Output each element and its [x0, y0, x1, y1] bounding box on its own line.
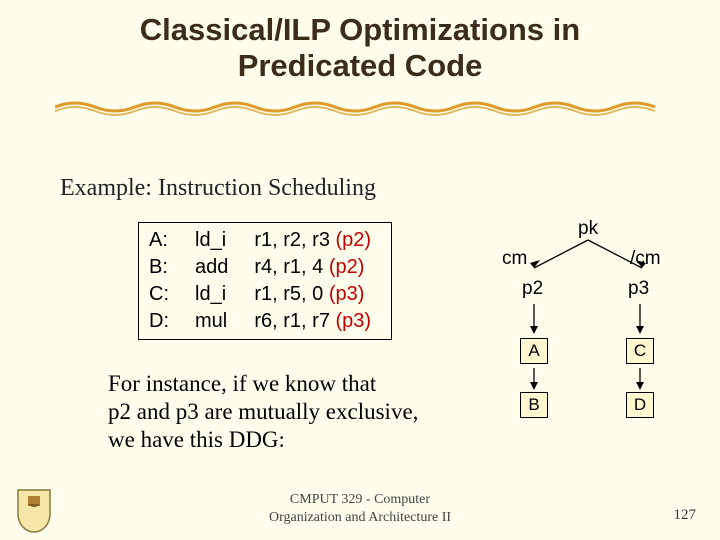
instr-op: add — [179, 254, 238, 281]
instr-pred: (p3) — [336, 310, 372, 332]
instr-args: r6, r1, r7 (p3) — [238, 308, 381, 335]
explanation-paragraph: For instance, if we know that p2 and p3 … — [108, 370, 418, 454]
ddg-edge-left-label: cm — [502, 248, 527, 270]
ddg-left-pred: p2 — [522, 278, 543, 300]
instr-label: D: — [149, 308, 179, 335]
table-row: B: add r4, r1, 4 (p2) — [149, 254, 381, 281]
ddg-node-a: A — [520, 338, 548, 364]
instr-pred: (p3) — [329, 283, 365, 305]
table-row: C: ld_i r1, r5, 0 (p3) — [149, 281, 381, 308]
instr-op: ld_i — [179, 281, 238, 308]
instr-args: r1, r5, 0 (p3) — [238, 281, 381, 308]
ddg-node-c: C — [626, 338, 654, 364]
ddg-edge-lines — [516, 366, 556, 394]
table-row: A: ld_i r1, r2, r3 (p2) — [149, 227, 381, 254]
instr-label: C: — [149, 281, 179, 308]
slide-title: Classical/ILP Optimizations in Predicate… — [0, 0, 720, 83]
title-line-1: Classical/ILP Optimizations in — [140, 12, 580, 47]
instr-label: B: — [149, 254, 179, 281]
title-underline-scribble — [55, 98, 665, 116]
page-number: 127 — [674, 507, 697, 524]
instr-pred: (p2) — [329, 256, 365, 278]
instr-pred: (p2) — [336, 229, 372, 251]
instr-args: r4, r1, 4 (p2) — [238, 254, 381, 281]
instr-op: ld_i — [179, 227, 238, 254]
ddg-node-d: D — [626, 392, 654, 418]
title-line-2: Predicated Code — [238, 48, 483, 83]
instruction-table: A: ld_i r1, r2, r3 (p2) B: add r4, r1, 4… — [138, 222, 392, 340]
ddg-root-label: pk — [578, 218, 598, 240]
table-row: D: mul r6, r1, r7 (p3) — [149, 308, 381, 335]
ddg-right-pred: p3 — [628, 278, 649, 300]
ddg-edge-lines — [622, 366, 662, 394]
ddg-edge-right-label: /cm — [630, 248, 661, 270]
slide-footer: CMPUT 329 - Computer Organization and Ar… — [0, 491, 720, 526]
instr-args: r1, r2, r3 (p2) — [238, 227, 381, 254]
example-heading: Example: Instruction Scheduling — [60, 175, 376, 202]
instr-label: A: — [149, 227, 179, 254]
instr-op: mul — [179, 308, 238, 335]
ddg-edge-lines — [516, 302, 556, 338]
ddg-node-b: B — [520, 392, 548, 418]
university-crest-icon — [14, 486, 54, 534]
ddg-edge-lines — [622, 302, 662, 338]
ddg-diagram: pk cm /cm p2 p3 A C B D — [500, 218, 700, 458]
